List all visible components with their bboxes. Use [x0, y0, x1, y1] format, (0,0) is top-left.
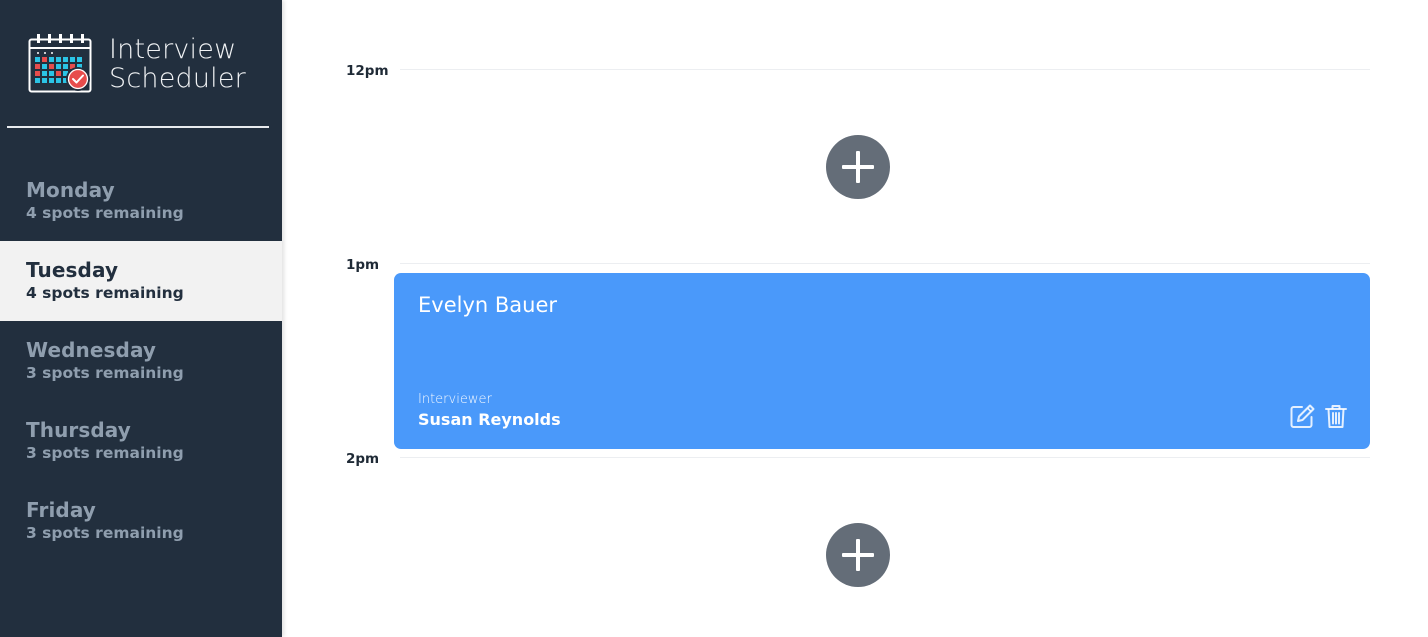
- trash-icon[interactable]: [1322, 402, 1350, 430]
- sidebar-divider: [7, 126, 269, 128]
- day-item-tuesday[interactable]: Tuesday 4 spots remaining: [0, 241, 282, 321]
- time-label-1pm: 1pm: [346, 257, 380, 273]
- app: Interview Scheduler Monday 4 spots remai…: [0, 0, 1428, 637]
- day-list: Monday 4 spots remaining Tuesday 4 spots…: [0, 161, 282, 561]
- add-appointment-button[interactable]: [826, 523, 890, 587]
- time-divider: [400, 69, 1370, 70]
- app-title-line1: Interview: [109, 34, 237, 65]
- interviewer-name: Susan Reynolds: [418, 410, 561, 429]
- day-item-thursday[interactable]: Thursday 3 spots remaining: [0, 401, 282, 481]
- day-name: Wednesday: [26, 338, 157, 362]
- time-divider: [400, 263, 1370, 264]
- day-spots: 3 spots remaining: [26, 524, 184, 542]
- day-name: Thursday: [26, 418, 131, 442]
- day-item-friday[interactable]: Friday 3 spots remaining: [0, 481, 282, 561]
- time-label-2pm: 2pm: [346, 451, 380, 467]
- time-label-12pm: 12pm: [346, 63, 389, 79]
- brand: Interview Scheduler: [28, 33, 246, 93]
- app-title: Interview Scheduler: [109, 35, 246, 93]
- app-title-line2: Scheduler: [109, 63, 246, 94]
- day-spots: 4 spots remaining: [26, 204, 184, 222]
- day-spots: 3 spots remaining: [26, 444, 184, 462]
- day-item-wednesday[interactable]: Wednesday 3 spots remaining: [0, 321, 282, 401]
- day-item-monday[interactable]: Monday 4 spots remaining: [0, 161, 282, 241]
- time-divider: [400, 457, 1370, 458]
- student-name: Evelyn Bauer: [418, 293, 558, 317]
- calendar-check-icon: [28, 34, 92, 93]
- edit-icon[interactable]: [1288, 402, 1316, 430]
- schedule: 12pm 1pm Evelyn Bauer Interviewer Susan …: [282, 0, 1428, 637]
- day-name: Friday: [26, 498, 96, 522]
- day-spots: 4 spots remaining: [26, 284, 184, 302]
- day-name: Monday: [26, 178, 115, 202]
- sidebar: Interview Scheduler Monday 4 spots remai…: [0, 0, 282, 637]
- interviewer-label: Interviewer: [418, 392, 492, 407]
- day-name: Tuesday: [26, 258, 119, 282]
- appointment-card: Evelyn Bauer Interviewer Susan Reynolds: [394, 273, 1370, 449]
- day-spots: 3 spots remaining: [26, 364, 184, 382]
- add-appointment-button[interactable]: [826, 135, 890, 199]
